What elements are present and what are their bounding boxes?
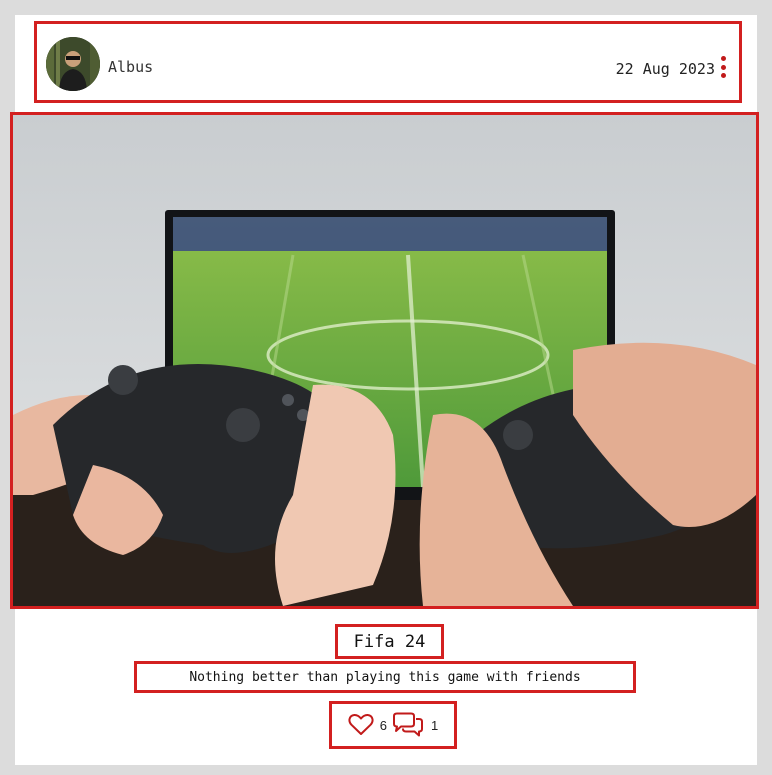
like-count: 6 — [379, 717, 387, 733]
post-title-box: Fifa 24 — [335, 624, 444, 659]
post-actions: 6 1 — [329, 701, 457, 749]
post-header: Albus 22 Aug 2023 — [34, 21, 742, 103]
like-button[interactable]: 6 — [348, 713, 387, 737]
post-description-box: Nothing better than playing this game wi… — [134, 661, 636, 693]
post-description: Nothing better than playing this game wi… — [189, 669, 581, 685]
post-title: Fifa 24 — [353, 631, 426, 652]
comment-button[interactable]: 1 — [391, 712, 438, 738]
comment-count: 1 — [431, 717, 439, 733]
author-name[interactable]: Albus — [108, 58, 153, 76]
author-avatar[interactable] — [46, 37, 100, 91]
heart-icon — [348, 713, 374, 735]
more-vertical-icon[interactable] — [721, 56, 727, 78]
post-date: 22 Aug 2023 — [615, 60, 715, 78]
post-image — [10, 112, 759, 609]
comment-bubbles-icon — [393, 712, 423, 737]
